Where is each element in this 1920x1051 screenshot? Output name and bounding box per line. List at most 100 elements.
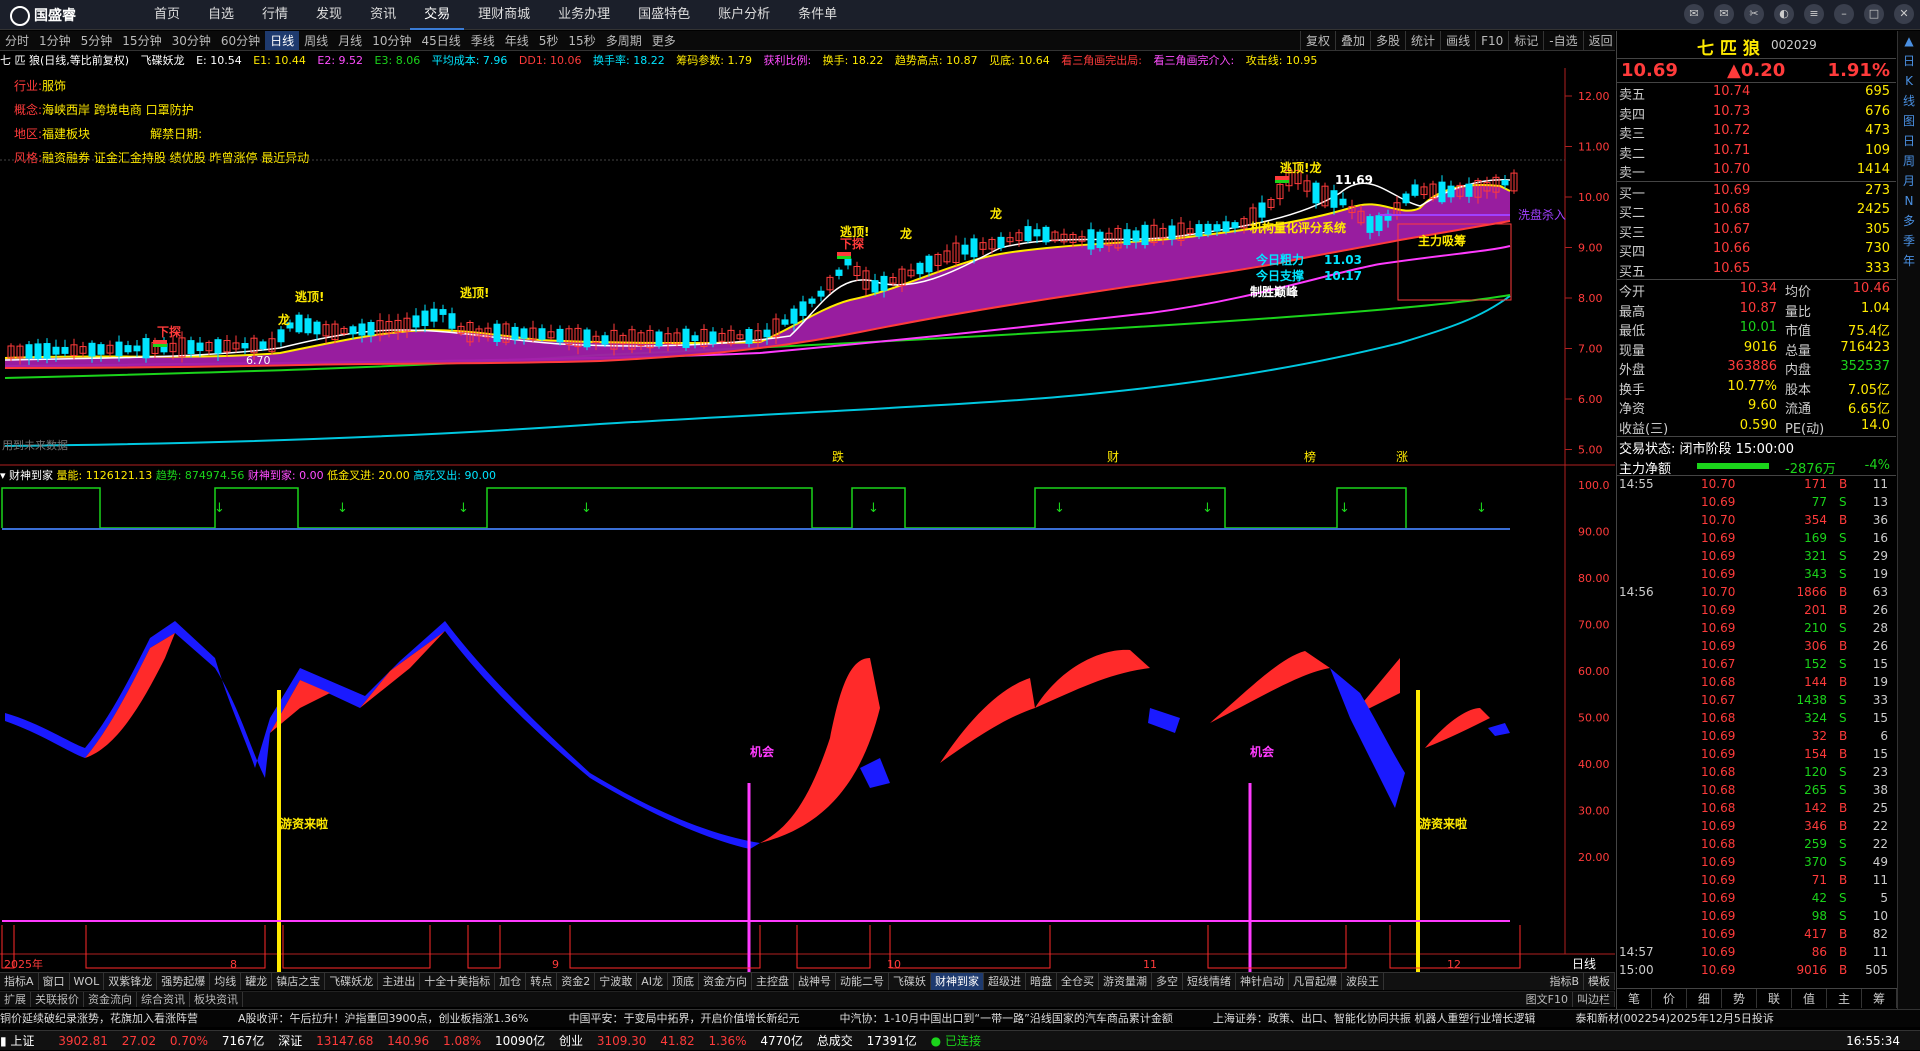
indicator-tab[interactable]: WOL (70, 973, 105, 990)
chart-area[interactable]: 12.00 11.00 10.00 9.00 8.00 7.00 6.00 5.00 100.… (0, 68, 1615, 972)
sz-label[interactable]: 深证 (278, 1034, 302, 1048)
indicator-tab[interactable]: 财神到家 (930, 973, 984, 990)
indicator-tab[interactable]: 指标A (0, 973, 39, 990)
period-tab[interactable]: 5分钟 (76, 31, 118, 50)
nav-item[interactable]: 交易 (410, 0, 465, 30)
quote-tab[interactable]: 主 (1827, 989, 1862, 1008)
tool-button[interactable]: 返回 (1582, 31, 1618, 51)
period-tab[interactable]: 45日线 (416, 31, 465, 50)
tool-button[interactable]: 画线 (1440, 31, 1475, 51)
nav-item[interactable]: 国盛特色 (624, 0, 704, 30)
order-level[interactable]: 买四 10.66 730 (1617, 240, 1896, 260)
minimize-icon[interactable]: – (1834, 4, 1854, 24)
order-level[interactable]: 买三 10.67 305 (1617, 221, 1896, 241)
indicator-tab[interactable]: 顶底 (668, 973, 699, 990)
indicator-tab[interactable]: 宁波敢 (595, 973, 638, 990)
order-level[interactable]: 买二 10.68 2425 (1617, 201, 1896, 221)
info-tab[interactable]: 叫边栏 (1573, 992, 1615, 1007)
news-item[interactable]: 铜价延续破纪录涨势，花旗加入看涨阵营 (0, 1012, 198, 1025)
indicator-tab[interactable]: 加仓 (495, 973, 527, 990)
period-tab[interactable]: 年线 (500, 31, 534, 50)
news-item[interactable]: 中国平安：于变局中拓界，开启价值增长新纪元 (568, 1012, 799, 1025)
nav-item[interactable]: 自选 (194, 0, 248, 30)
order-level[interactable]: 买五 10.65 333 (1617, 260, 1896, 280)
order-level[interactable]: 卖四 10.73 676 (1617, 103, 1896, 123)
indicator-tab[interactable]: 游资量潮 (1099, 973, 1152, 990)
indicator-tab[interactable]: 神针启动 (1236, 973, 1289, 990)
tool-button[interactable]: -自选 (1543, 31, 1582, 51)
quote-tab[interactable]: 细 (1687, 989, 1722, 1008)
indicator-tab[interactable]: 资金2 (557, 973, 596, 990)
period-tab[interactable]: 月线 (333, 31, 367, 50)
side-tab[interactable]: 年 (1898, 251, 1920, 271)
nav-item[interactable]: 行情 (248, 0, 302, 30)
period-tab[interactable]: 更多 (647, 31, 681, 50)
side-tab[interactable]: N (1898, 191, 1920, 211)
scroll-up-icon[interactable]: ▲ (1898, 31, 1920, 51)
tool-button[interactable]: 多股 (1370, 31, 1405, 51)
nav-item[interactable]: 理财商城 (464, 0, 544, 30)
side-tab[interactable]: 多 (1898, 211, 1920, 231)
period-tab[interactable]: 30分钟 (167, 31, 216, 50)
quote-tab[interactable]: 值 (1792, 989, 1827, 1008)
indicator-tab[interactable]: 窗口 (39, 973, 70, 990)
tool-button[interactable]: 复权 (1300, 31, 1335, 51)
info-tab[interactable]: 图文F10 (1522, 992, 1573, 1007)
app-logo[interactable]: 国盛睿 (10, 5, 76, 26)
indicator-tab[interactable]: 多空 (1152, 973, 1183, 990)
indicator-tab[interactable]: 镇店之宝 (272, 973, 326, 990)
nav-item[interactable]: 资讯 (356, 0, 410, 30)
indicator-tab[interactable]: AI龙 (637, 973, 668, 990)
indicator-tab[interactable]: 超级进 (984, 973, 1026, 990)
indicator-tab[interactable]: 主进出 (378, 973, 421, 990)
indicator-tab[interactable]: 转点 (526, 973, 558, 990)
nav-item[interactable]: 业务办理 (544, 0, 624, 30)
cy-label[interactable]: 创业 (559, 1034, 583, 1048)
indicator-tab[interactable]: 模板 (1584, 973, 1615, 990)
mail-icon[interactable]: ✉ (1714, 4, 1734, 24)
indicator-tab[interactable]: 均线 (210, 973, 242, 990)
period-tab[interactable]: 15秒 (563, 31, 600, 50)
period-tab[interactable]: 10分钟 (367, 31, 416, 50)
message-icon[interactable]: ✉ (1684, 4, 1704, 24)
order-level[interactable]: 卖五 10.74 695 (1617, 83, 1896, 103)
indicator-tab[interactable]: 战神号 (794, 973, 836, 990)
period-tab[interactable]: 1分钟 (34, 31, 76, 50)
maximize-icon[interactable]: □ (1864, 4, 1884, 24)
order-level[interactable]: 买一 10.69 273 (1617, 182, 1896, 202)
news-item[interactable]: A股收评：午后拉升！沪指重回3900点，创业板指涨1.36% (238, 1012, 528, 1025)
menu-icon[interactable]: ≡ (1804, 4, 1824, 24)
period-tab[interactable]: 分时 (0, 31, 34, 50)
tick-list[interactable]: 14:55 10.70 171 B 11 10.69 77 S 13 10.70 354 B 36 10.… (1617, 476, 1896, 980)
side-tab[interactable]: 日 (1898, 51, 1920, 71)
indicator-tab[interactable]: 飞碟妖龙 (325, 973, 379, 990)
quote-tab[interactable]: 笔 (1617, 989, 1652, 1008)
info-tab[interactable]: 资金流向 (84, 992, 137, 1007)
quote-tab[interactable]: 筹 (1862, 989, 1897, 1008)
indicator-tab[interactable]: 动能二号 (836, 973, 889, 990)
side-tab[interactable]: 季 (1898, 231, 1920, 251)
period-tab[interactable]: 季线 (466, 31, 500, 50)
quote-tab[interactable]: 联 (1757, 989, 1792, 1008)
period-tab[interactable]: 多周期 (601, 31, 647, 50)
indicator-tab[interactable]: 强势起爆 (157, 973, 211, 990)
nav-item[interactable]: 发现 (302, 0, 356, 30)
indicator-tab[interactable]: 飞碟妖 (889, 973, 931, 990)
order-level[interactable]: 卖二 10.71 109 (1617, 142, 1896, 162)
indicator-tab[interactable]: 暗盘 (1026, 973, 1057, 990)
indicator-tab[interactable]: 短线情绪 (1183, 973, 1236, 990)
close-icon[interactable]: ✕ (1894, 4, 1914, 24)
info-tab[interactable]: 板块资讯 (190, 992, 243, 1007)
info-tab[interactable]: 扩展 (0, 992, 31, 1007)
sh-index-label[interactable]: ▮ 上证 (0, 1034, 44, 1048)
period-tab[interactable]: 周线 (299, 31, 333, 50)
tool-button[interactable]: 统计 (1405, 31, 1440, 51)
period-tab[interactable]: 60分钟 (216, 31, 265, 50)
side-tab[interactable]: 周 (1898, 151, 1920, 171)
order-level[interactable]: 卖三 10.72 473 (1617, 122, 1896, 142)
side-tab[interactable]: K (1898, 71, 1920, 91)
indicator-tab[interactable]: 十全十美指标 (420, 973, 496, 990)
indicator-tab[interactable]: 双紫锋龙 (104, 973, 158, 990)
nav-item[interactable]: 账户分析 (704, 0, 784, 30)
indicator-tab[interactable]: 全仓买 (1057, 973, 1099, 990)
